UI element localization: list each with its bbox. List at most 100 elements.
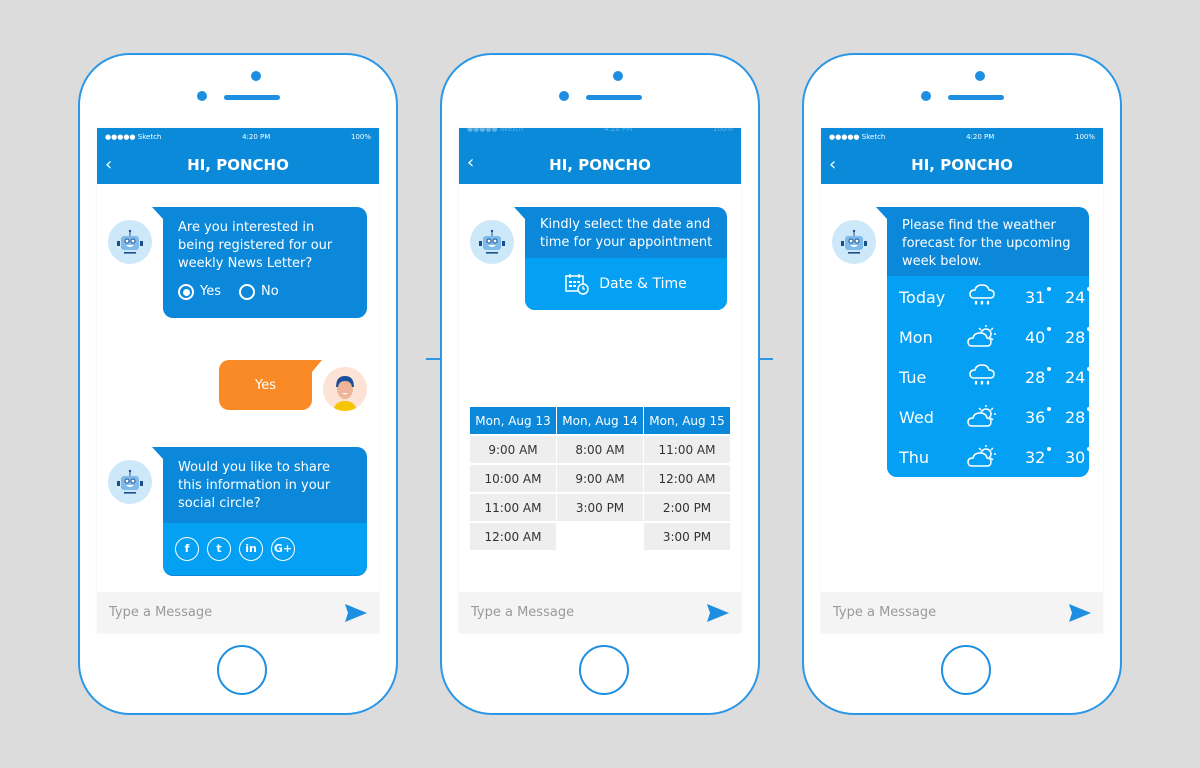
clock: 4:20 PM	[604, 128, 633, 133]
message-text: Please find the weather forecast for the…	[902, 218, 1071, 269]
high-temp: 31	[1025, 287, 1052, 307]
radio-yes[interactable]	[178, 284, 194, 300]
phone-weather: ●●●●● Sketch 4:20 PM 100% ‹ HI, PONCHO Plea…	[802, 53, 1122, 715]
battery: 100%	[712, 128, 733, 133]
battery: 100%	[350, 133, 371, 141]
time-slot[interactable]: 8:00 AM	[557, 436, 643, 463]
input-placeholder: Type a Message	[833, 605, 937, 620]
bot-message: Please find the weather forecast for the…	[876, 207, 1092, 478]
page-title: HI, PONCHO	[549, 156, 651, 174]
message-text: Would you like to share this information…	[178, 460, 331, 511]
user-message: Yes	[219, 360, 322, 410]
time-slot[interactable]: 9:00 AM	[557, 465, 643, 492]
facebook-icon[interactable]: f	[175, 537, 199, 561]
time-slot[interactable]: 9:00 AM	[470, 436, 556, 463]
high-temp-value: 32	[1025, 448, 1046, 467]
message-input[interactable]: Type a Message	[821, 592, 1103, 633]
input-placeholder: Type a Message	[471, 605, 575, 620]
time-slot[interactable]: 12:00 AM	[470, 523, 556, 550]
speaker	[224, 95, 280, 100]
back-button[interactable]: ‹	[829, 154, 836, 175]
google-plus-icon[interactable]: G+	[271, 537, 295, 561]
date-time-button[interactable]: Date & Time	[525, 258, 727, 310]
day-label: Wed	[899, 408, 934, 427]
forecast-row: Tue 28 24	[887, 358, 1092, 398]
page-title: HI, PONCHO	[187, 156, 289, 174]
empty-slot	[557, 523, 643, 550]
time-slot[interactable]: 11:00 AM	[470, 494, 556, 521]
time-slot[interactable]: 12:00 AM	[644, 465, 730, 492]
date-header: Mon, Aug 15	[644, 407, 730, 434]
status-bar: ●●●●● Sketch 4:20 PM 100%	[459, 128, 741, 138]
time-slot-table: Mon, Aug 13 Mon, Aug 14 Mon, Aug 15 9:00 AM…	[470, 407, 730, 550]
low-temp-value: 30	[1065, 448, 1086, 467]
back-button[interactable]: ‹	[467, 152, 474, 173]
camera	[559, 91, 569, 101]
battery: 100%	[1074, 133, 1095, 141]
carrier: ●●●●● Sketch	[105, 133, 162, 141]
status-bar: ●●●●● Sketch 4:20 PM 100%	[97, 128, 379, 146]
time-slot[interactable]: 3:00 PM	[557, 494, 643, 521]
day-label: Thu	[899, 448, 930, 467]
camera	[197, 91, 207, 101]
send-icon[interactable]	[345, 603, 367, 622]
phone-appointment: ●●●●● Sketch 4:20 PM 100% ‹ HI, PONCHO Kind…	[440, 53, 760, 715]
day-label: Tue	[899, 368, 927, 387]
speaker	[948, 95, 1004, 100]
partly-sunny-icon	[967, 443, 1025, 473]
twitter-icon[interactable]: t	[207, 537, 231, 561]
high-temp-value: 28	[1025, 368, 1046, 387]
linkedin-icon[interactable]: in	[239, 537, 263, 561]
date-time-label: Date & Time	[599, 276, 687, 292]
low-temp: 24	[1065, 287, 1092, 307]
high-temp: 36	[1025, 407, 1052, 427]
screen: ●●●●● Sketch 4:20 PM 100% ‹ HI, PONCHO Kind…	[459, 128, 741, 633]
time-slot[interactable]: 3:00 PM	[644, 523, 730, 550]
bot-message: Would you like to share this information…	[152, 447, 367, 576]
carrier: ●●●●● Sketch	[829, 133, 886, 141]
rain-cloud-icon	[967, 361, 1025, 395]
status-bar: ●●●●● Sketch 4:20 PM 100%	[821, 128, 1103, 146]
home-button[interactable]	[941, 645, 991, 695]
date-header: Mon, Aug 13	[470, 407, 556, 434]
home-button[interactable]	[579, 645, 629, 695]
bot-avatar	[108, 220, 152, 264]
robot-icon	[841, 229, 867, 254]
low-temp-value: 24	[1065, 368, 1086, 387]
clock: 4:20 PM	[242, 133, 271, 141]
back-button[interactable]: ‹	[105, 154, 112, 175]
speaker-dot	[251, 71, 261, 81]
high-temp: 40	[1025, 327, 1052, 347]
radio-no-label[interactable]: No	[261, 283, 279, 301]
camera	[921, 91, 931, 101]
time-slot[interactable]: 2:00 PM	[644, 494, 730, 521]
time-slot[interactable]: 11:00 AM	[644, 436, 730, 463]
robot-icon	[117, 229, 143, 254]
forecast-row: Thu 32 30	[887, 438, 1092, 478]
radio-yes-label[interactable]: Yes	[200, 283, 221, 301]
high-temp: 28	[1025, 367, 1052, 387]
phone-newsletter: ●●●●● Sketch 4:20 PM 100% ‹ HI, PONCHO Are …	[78, 53, 398, 715]
high-temp: 32	[1025, 447, 1052, 467]
send-icon[interactable]	[1069, 603, 1091, 622]
screen: ●●●●● Sketch 4:20 PM 100% ‹ HI, PONCHO Plea…	[821, 128, 1103, 633]
high-temp-value: 31	[1025, 288, 1046, 307]
app-header: ‹ HI, PONCHO	[97, 146, 379, 184]
partly-sunny-icon	[967, 403, 1025, 433]
partly-sunny-icon	[967, 323, 1025, 353]
bot-avatar	[108, 460, 152, 504]
home-button[interactable]	[217, 645, 267, 695]
low-temp: 24	[1065, 367, 1092, 387]
send-icon[interactable]	[707, 603, 729, 622]
bot-avatar	[470, 220, 514, 264]
message-input[interactable]: Type a Message	[97, 592, 379, 633]
message-input[interactable]: Type a Message	[459, 592, 741, 633]
time-slot[interactable]: 10:00 AM	[470, 465, 556, 492]
app-header: ‹ HI, PONCHO	[459, 138, 741, 184]
calendar-clock-icon	[565, 274, 589, 295]
app-header: ‹ HI, PONCHO	[821, 146, 1103, 184]
high-temp-value: 36	[1025, 408, 1046, 427]
robot-icon	[479, 229, 505, 254]
radio-no[interactable]	[239, 284, 255, 300]
bot-avatar	[832, 220, 876, 264]
